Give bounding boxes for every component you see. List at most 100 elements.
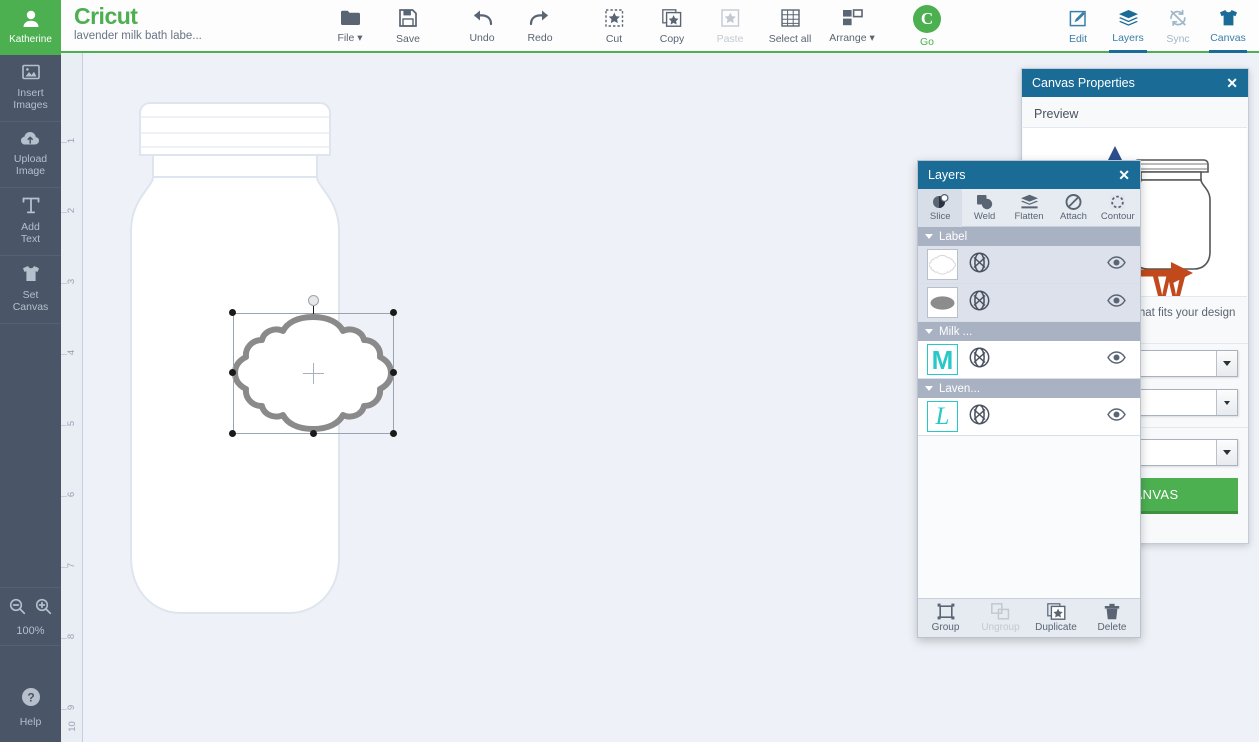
group-icon [937, 603, 955, 620]
chevron-down-icon: ▾ [357, 32, 363, 44]
tab-canvas[interactable]: Canvas [1203, 0, 1253, 53]
ruler-tick: 9 [66, 704, 78, 711]
delete-button[interactable]: Delete [1084, 599, 1140, 638]
go-button[interactable]: C Go [899, 0, 955, 53]
sidebar-item-add-text[interactable]: Add Text [0, 188, 61, 256]
tshirt-icon [21, 265, 41, 285]
resize-handle[interactable] [390, 430, 397, 437]
duplicate-button[interactable]: Duplicate [1028, 599, 1084, 638]
tool-label: Redo [527, 32, 553, 44]
left-rail: Katherine Insert Images Upload Image Add… [0, 0, 61, 742]
sidebar-item-set-canvas[interactable]: Set Canvas [0, 256, 61, 324]
cricut-c-icon: C [913, 5, 941, 33]
canvas-properties-titlebar[interactable]: Canvas Properties ✕ [1022, 69, 1248, 97]
layers-list[interactable]: Label Milk ... M Laven... L [918, 227, 1140, 598]
floppy-disk-icon [399, 8, 417, 30]
letter-m-thumb: M [927, 344, 958, 375]
eye-icon[interactable] [1107, 350, 1126, 369]
tab-label: Edit [1068, 32, 1088, 45]
help-button[interactable]: ? Help [0, 687, 61, 728]
save-button[interactable]: Save [379, 0, 437, 53]
zoom-out-icon[interactable] [9, 598, 26, 620]
tab-edit[interactable]: Edit [1053, 0, 1103, 53]
layer-row[interactable] [918, 246, 1140, 284]
tshirt-icon [1218, 9, 1239, 29]
chevron-down-icon: ▾ [869, 32, 875, 44]
user-account-chip[interactable]: Katherine [0, 0, 61, 55]
zoom-in-icon[interactable] [35, 598, 52, 620]
slice-button[interactable]: Slice [918, 188, 963, 227]
trash-icon [1104, 603, 1120, 620]
layer-row[interactable]: M [918, 341, 1140, 379]
duplicate-icon [1046, 603, 1066, 620]
layer-row[interactable]: L [918, 398, 1140, 436]
folder-icon [340, 9, 361, 29]
layer-group-label: Label [939, 230, 968, 243]
sidebar-item-insert-images[interactable]: Insert Images [0, 55, 61, 122]
tab-layers[interactable]: Layers [1103, 0, 1153, 53]
layers-panel[interactable]: Layers ✕ Slice Weld Flatten Attach Conto… [917, 160, 1141, 638]
rotate-handle-icon[interactable] [308, 295, 319, 306]
resize-handle[interactable] [310, 430, 317, 437]
resize-handle[interactable] [390, 309, 397, 316]
layer-group-header[interactable]: Milk ... [918, 322, 1140, 341]
slice-icon [932, 193, 949, 210]
resize-handle[interactable] [229, 309, 236, 316]
cloud-upload-icon [20, 131, 42, 149]
sidebar-item-label: Upload [13, 153, 48, 165]
file-menu-button[interactable]: File ▾ [321, 0, 379, 53]
grid-icon [780, 8, 800, 30]
cut-button[interactable]: Cut [585, 0, 643, 53]
ruler-tick: 3 [66, 278, 78, 285]
close-icon[interactable]: ✕ [1224, 76, 1240, 90]
top-toolbar: Cricut lavender milk bath labe... File ▾… [61, 0, 1259, 53]
tab-label: Canvas [1210, 32, 1246, 44]
contour-icon [1109, 194, 1126, 210]
eye-icon[interactable] [1107, 293, 1126, 312]
tab-sync[interactable]: Sync [1153, 0, 1203, 53]
undo-arrow-icon [471, 9, 493, 29]
tool-label: Save [396, 32, 420, 45]
caret-down-icon [925, 386, 933, 391]
lact-label: Ungroup [981, 622, 1020, 633]
sidebar-item-upload-image[interactable]: Upload Image [0, 122, 61, 188]
ruler-tick: 8 [66, 633, 78, 640]
question-mark-icon: ? [21, 688, 41, 711]
cut-type-icon[interactable] [969, 290, 990, 316]
right-panel-tabs: Edit Layers Sync Canvas [1053, 0, 1253, 53]
sidebar-item-label: Add [21, 221, 40, 233]
undo-button[interactable]: Undo [453, 0, 511, 53]
ungroup-icon [991, 603, 1010, 620]
redo-button[interactable]: Redo [511, 0, 569, 53]
close-icon[interactable]: ✕ [1116, 168, 1132, 182]
layer-group-header[interactable]: Label [918, 227, 1140, 246]
cut-type-icon[interactable] [969, 252, 990, 278]
resize-handle[interactable] [390, 369, 397, 376]
pencil-square-icon [1069, 9, 1088, 30]
layers-panel-titlebar[interactable]: Layers ✕ [918, 161, 1140, 189]
weld-button[interactable]: Weld [962, 189, 1006, 227]
attach-button[interactable]: Attach [1051, 189, 1095, 227]
eye-icon[interactable] [1107, 255, 1126, 274]
select-all-button[interactable]: Select all [759, 0, 821, 53]
cricut-logo[interactable]: Cricut [74, 4, 324, 28]
sidebar-item-label: Text [20, 233, 41, 245]
layer-row[interactable] [918, 284, 1140, 322]
cut-type-icon[interactable] [969, 404, 990, 430]
copy-button[interactable]: Copy [643, 0, 701, 53]
tool-label: File [337, 32, 355, 44]
cut-type-icon[interactable] [969, 347, 990, 373]
layer-group-header[interactable]: Laven... [918, 379, 1140, 398]
image-icon [21, 64, 40, 83]
ruler-tick: 2 [66, 207, 78, 214]
contour-button[interactable]: Contour [1096, 189, 1140, 227]
flatten-button[interactable]: Flatten [1007, 189, 1051, 227]
arrange-menu-button[interactable]: Arrange ▾ [821, 0, 883, 53]
preview-label: Preview [1034, 107, 1079, 121]
group-button[interactable]: Group [918, 599, 973, 638]
resize-handle[interactable] [229, 369, 236, 376]
eye-icon[interactable] [1107, 407, 1126, 426]
chevron-down-icon [1216, 351, 1237, 376]
project-title[interactable]: lavender milk bath labe... [74, 30, 324, 42]
resize-handle[interactable] [229, 430, 236, 437]
